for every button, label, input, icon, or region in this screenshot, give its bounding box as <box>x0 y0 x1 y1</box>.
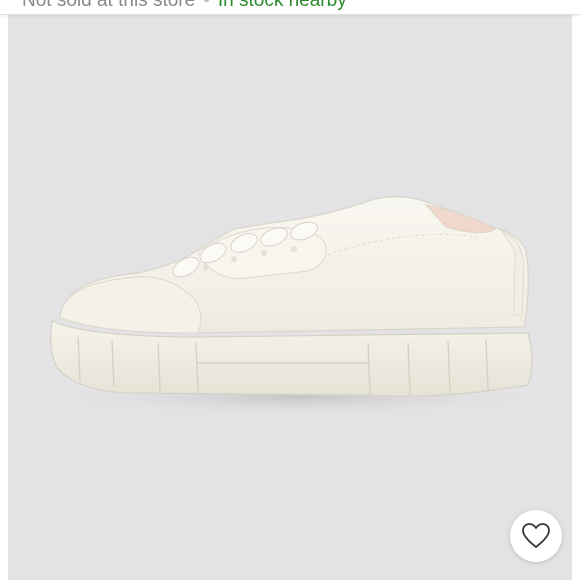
product-image[interactable] <box>8 15 572 580</box>
separator: • <box>203 0 210 11</box>
sneaker-illustration <box>48 196 548 417</box>
store-availability-text: Not sold at this store <box>22 0 196 11</box>
nearby-availability-link[interactable]: In stock nearby <box>218 0 347 11</box>
platform-sole <box>50 320 533 397</box>
availability-banner: Not sold at this store • In stock nearby <box>0 0 580 15</box>
heart-outline-icon <box>522 523 550 548</box>
favorite-button[interactable] <box>510 510 562 562</box>
